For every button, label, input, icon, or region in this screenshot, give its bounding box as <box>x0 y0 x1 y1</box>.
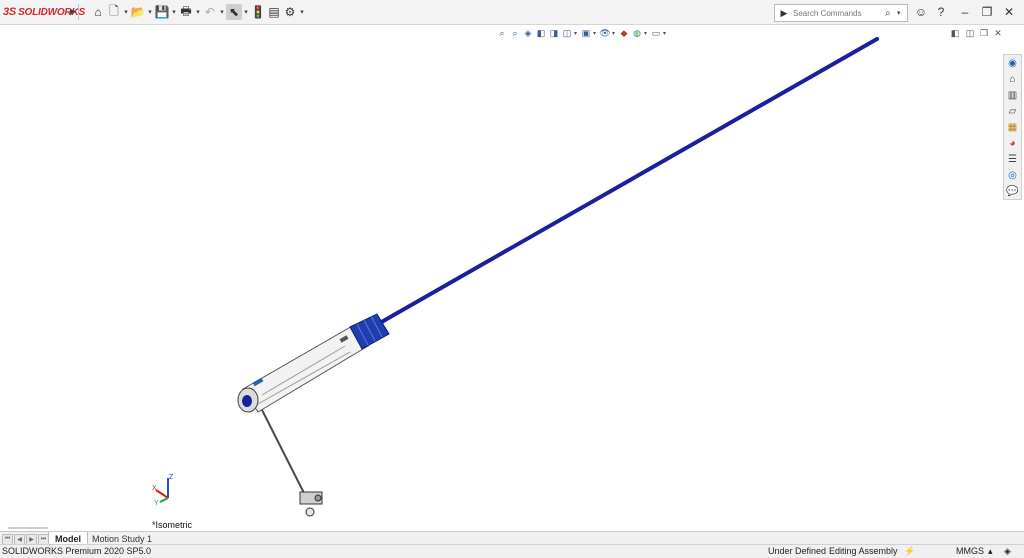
coordinate-triad: Z X Y <box>152 474 174 506</box>
blue-rod[interactable] <box>376 37 879 326</box>
triad-z-label: Z <box>169 474 174 481</box>
units-status[interactable]: MMGS <box>956 546 984 556</box>
triad-x-label: X <box>152 485 157 492</box>
lower-link-rod[interactable] <box>258 403 307 498</box>
triad-y-axis <box>159 497 169 503</box>
product-version: SOLIDWORKS Premium 2020 SP5.0 <box>2 546 152 556</box>
customize-icon[interactable]: ◈ <box>1004 546 1011 557</box>
model-tabs-bar: ⏮ ◀ ▶ ⏭ Model Motion Study 1 <box>0 531 1024 545</box>
units-dropdown-icon[interactable]: ▴ <box>988 546 993 557</box>
handle-body[interactable] <box>242 324 369 413</box>
rebuild-status-icon[interactable]: ⚡ <box>904 546 915 557</box>
definition-status: Under Defined <box>768 546 827 556</box>
horizontal-scroll-indicator[interactable] <box>8 527 48 529</box>
triad-y-label: Y <box>154 500 159 506</box>
editing-mode-status: Editing Assembly <box>829 546 898 556</box>
bottom-bracket[interactable] <box>299 491 323 517</box>
end-cap-insert <box>242 395 252 407</box>
status-bar: SOLIDWORKS Premium 2020 SP5.0 Under Defi… <box>0 544 1024 558</box>
view-name-label: *Isometric <box>152 520 193 530</box>
triad-x-axis <box>155 489 169 499</box>
